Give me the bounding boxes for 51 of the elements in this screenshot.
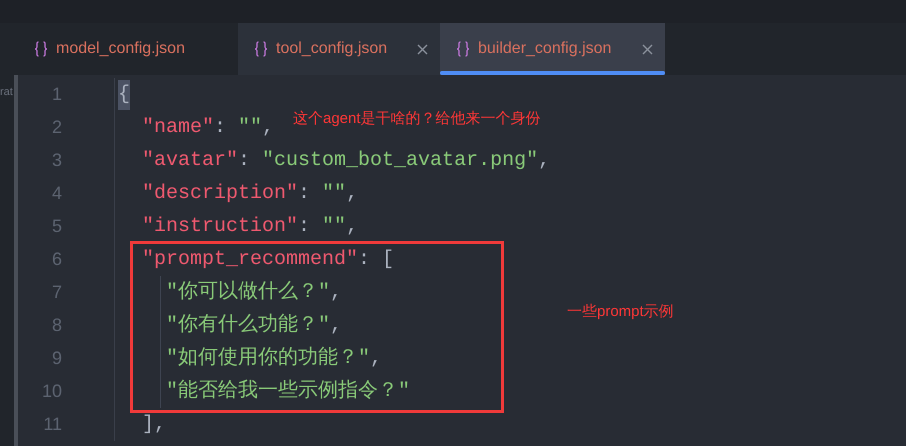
json-punctuation: : [238,148,252,174]
line-number: 4 [50,182,62,205]
json-key: "avatar" [142,146,238,176]
json-string: "" [238,114,262,140]
json-punctuation: ], [142,412,166,438]
json-punctuation: : [ [358,246,394,272]
json-punctuation: : [298,214,312,240]
json-string: "" [322,214,346,240]
braces-icon [34,41,48,57]
line-number: 9 [50,347,62,370]
annotation-note: 这个agent是干啥的？给他来一个身份 [293,109,541,129]
editor-tab[interactable]: tool_config.json [238,23,440,75]
braces-icon [456,41,470,57]
json-key: "prompt_recommend" [142,244,358,274]
json-string: "你可以做什么？" [166,280,330,306]
json-punctuation: , [370,346,382,372]
braces-icon [254,41,268,57]
json-string: "能否给我一些示例指令？" [166,378,410,404]
json-punctuation: , [538,148,550,174]
tab-label: tool_config.json [276,39,388,59]
line-number: 8 [50,314,62,337]
json-punctuation: , [346,214,358,240]
line-number: 10 [40,380,62,403]
annotation-note: 一些prompt示例 [567,302,674,322]
json-key: "instruction" [142,212,298,242]
close-icon[interactable] [417,44,428,54]
json-punctuation: , [262,114,274,140]
tab-label: model_config.json [56,39,185,59]
json-string: "" [322,180,346,206]
json-punctuation: : [214,114,228,140]
json-punctuation: : [298,180,312,206]
json-string: "如何使用你的功能？" [166,346,370,372]
line-number: 3 [50,149,62,172]
json-string: "你有什么功能？" [166,312,330,338]
close-icon[interactable] [642,44,653,54]
json-punctuation: { [118,80,130,110]
editor-tab[interactable]: builder_config.json [440,23,665,75]
line-number: 2 [50,116,62,139]
json-punctuation: , [330,280,342,306]
json-punctuation: , [346,180,358,206]
line-number: 1 [50,83,62,106]
line-number: 5 [50,215,62,238]
json-key: "name" [142,112,214,142]
tab-label: builder_config.json [478,39,612,59]
json-punctuation: , [330,312,342,338]
line-number: 6 [50,248,62,271]
sidebar-fragment-text: rat [0,85,14,100]
line-number: 7 [50,281,62,304]
json-string: "custom_bot_avatar.png" [262,148,538,174]
line-number: 11 [42,413,62,436]
json-key: "description" [142,178,298,208]
